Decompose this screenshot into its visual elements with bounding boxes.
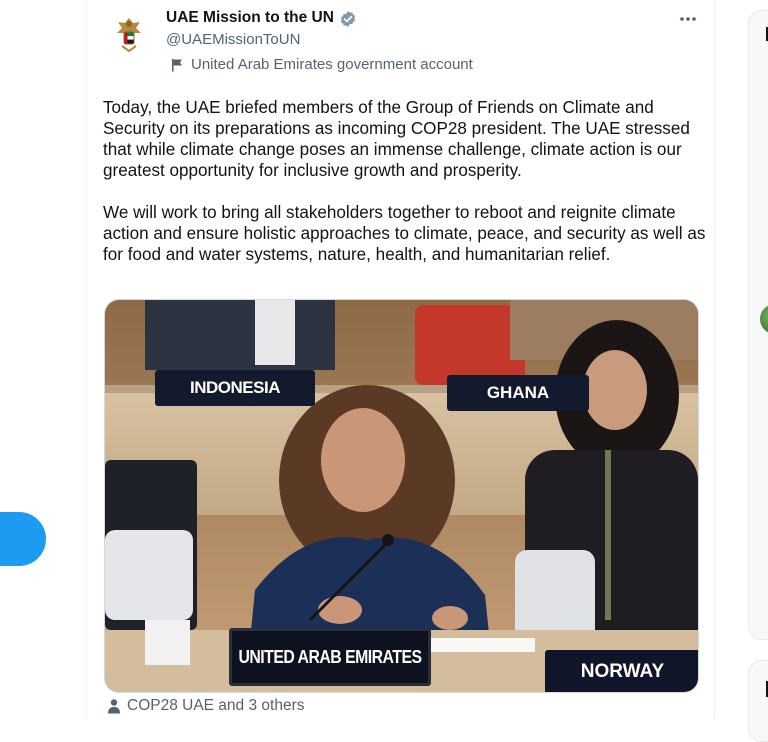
- government-account-text: United Arab Emirates government account: [191, 56, 473, 73]
- tagged-people-text[interactable]: COP28 UAE and 3 others: [127, 697, 305, 715]
- author-handle[interactable]: @UAEMissionToUN: [166, 31, 300, 48]
- tagged-people[interactable]: COP28 UAE and 3 others: [106, 697, 305, 715]
- tweet-photo[interactable]: INDONESIA GHANA UNITED ARAB EMIRATES NOR…: [104, 299, 699, 693]
- person-icon: [108, 699, 120, 714]
- left-navigation-column: [0, 0, 86, 719]
- tweet-text: Today, the UAE briefed members of the Gr…: [103, 97, 711, 286]
- placard-norway-text: NORWAY: [580, 661, 665, 682]
- flag-icon: [172, 58, 182, 71]
- verified-badge-icon[interactable]: [339, 10, 357, 28]
- author-avatar[interactable]: [106, 12, 152, 58]
- placard-ghana: GHANA: [447, 375, 589, 411]
- placard-ghana-text: GHANA: [486, 383, 550, 402]
- tweet-paragraph-2: We will work to bring all stakeholders t…: [103, 203, 706, 264]
- timeline-border-left: [86, 0, 87, 719]
- author-display-name[interactable]: UAE Mission to the UN: [166, 9, 334, 27]
- placard-uae: UNITED ARAB EMIRATES: [229, 628, 431, 686]
- placard-indonesia-text: INDONESIA: [190, 378, 280, 397]
- more-options-icon[interactable]: [676, 8, 700, 30]
- placard-uae-text: UNITED ARAB EMIRATES: [238, 646, 422, 667]
- timeline-border-right: [714, 0, 715, 719]
- government-account-label: United Arab Emirates government account: [171, 56, 473, 73]
- more-horizontal-icon: [680, 17, 696, 21]
- tweet-paragraph-1: Today, the UAE briefed members of the Gr…: [103, 98, 690, 180]
- placard-norway: NORWAY: [545, 650, 698, 692]
- placard-indonesia: INDONESIA: [155, 370, 315, 406]
- sidebar-trends-card[interactable]: [748, 660, 768, 742]
- uae-emblem-icon: [117, 18, 141, 53]
